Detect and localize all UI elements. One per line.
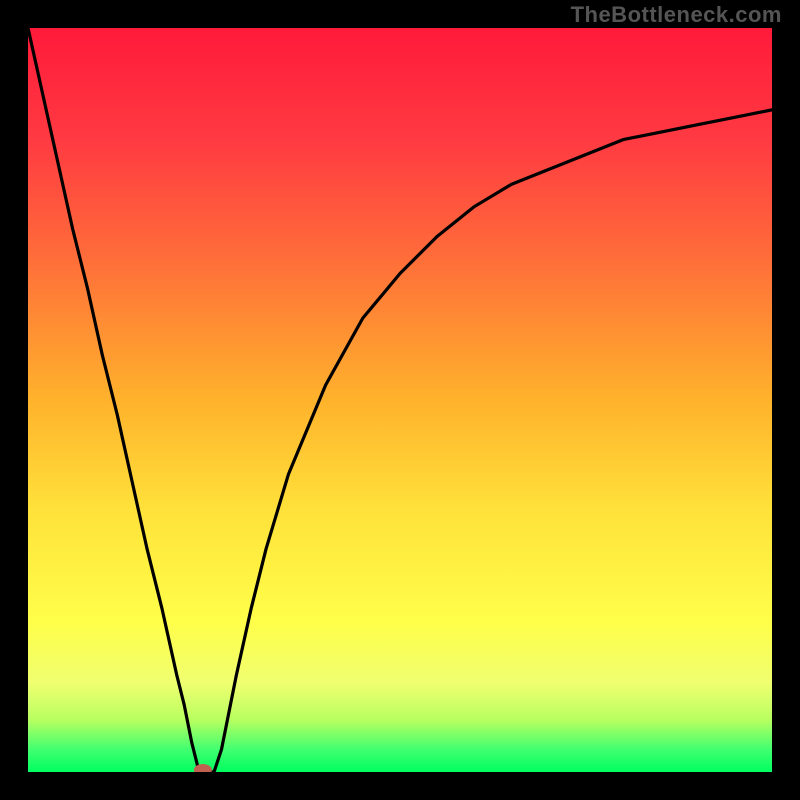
chart-container: TheBottleneck.com bbox=[0, 0, 800, 800]
gradient-background bbox=[28, 28, 772, 772]
watermark-text: TheBottleneck.com bbox=[571, 2, 782, 28]
chart-svg bbox=[28, 28, 772, 772]
plot-area bbox=[28, 28, 772, 772]
